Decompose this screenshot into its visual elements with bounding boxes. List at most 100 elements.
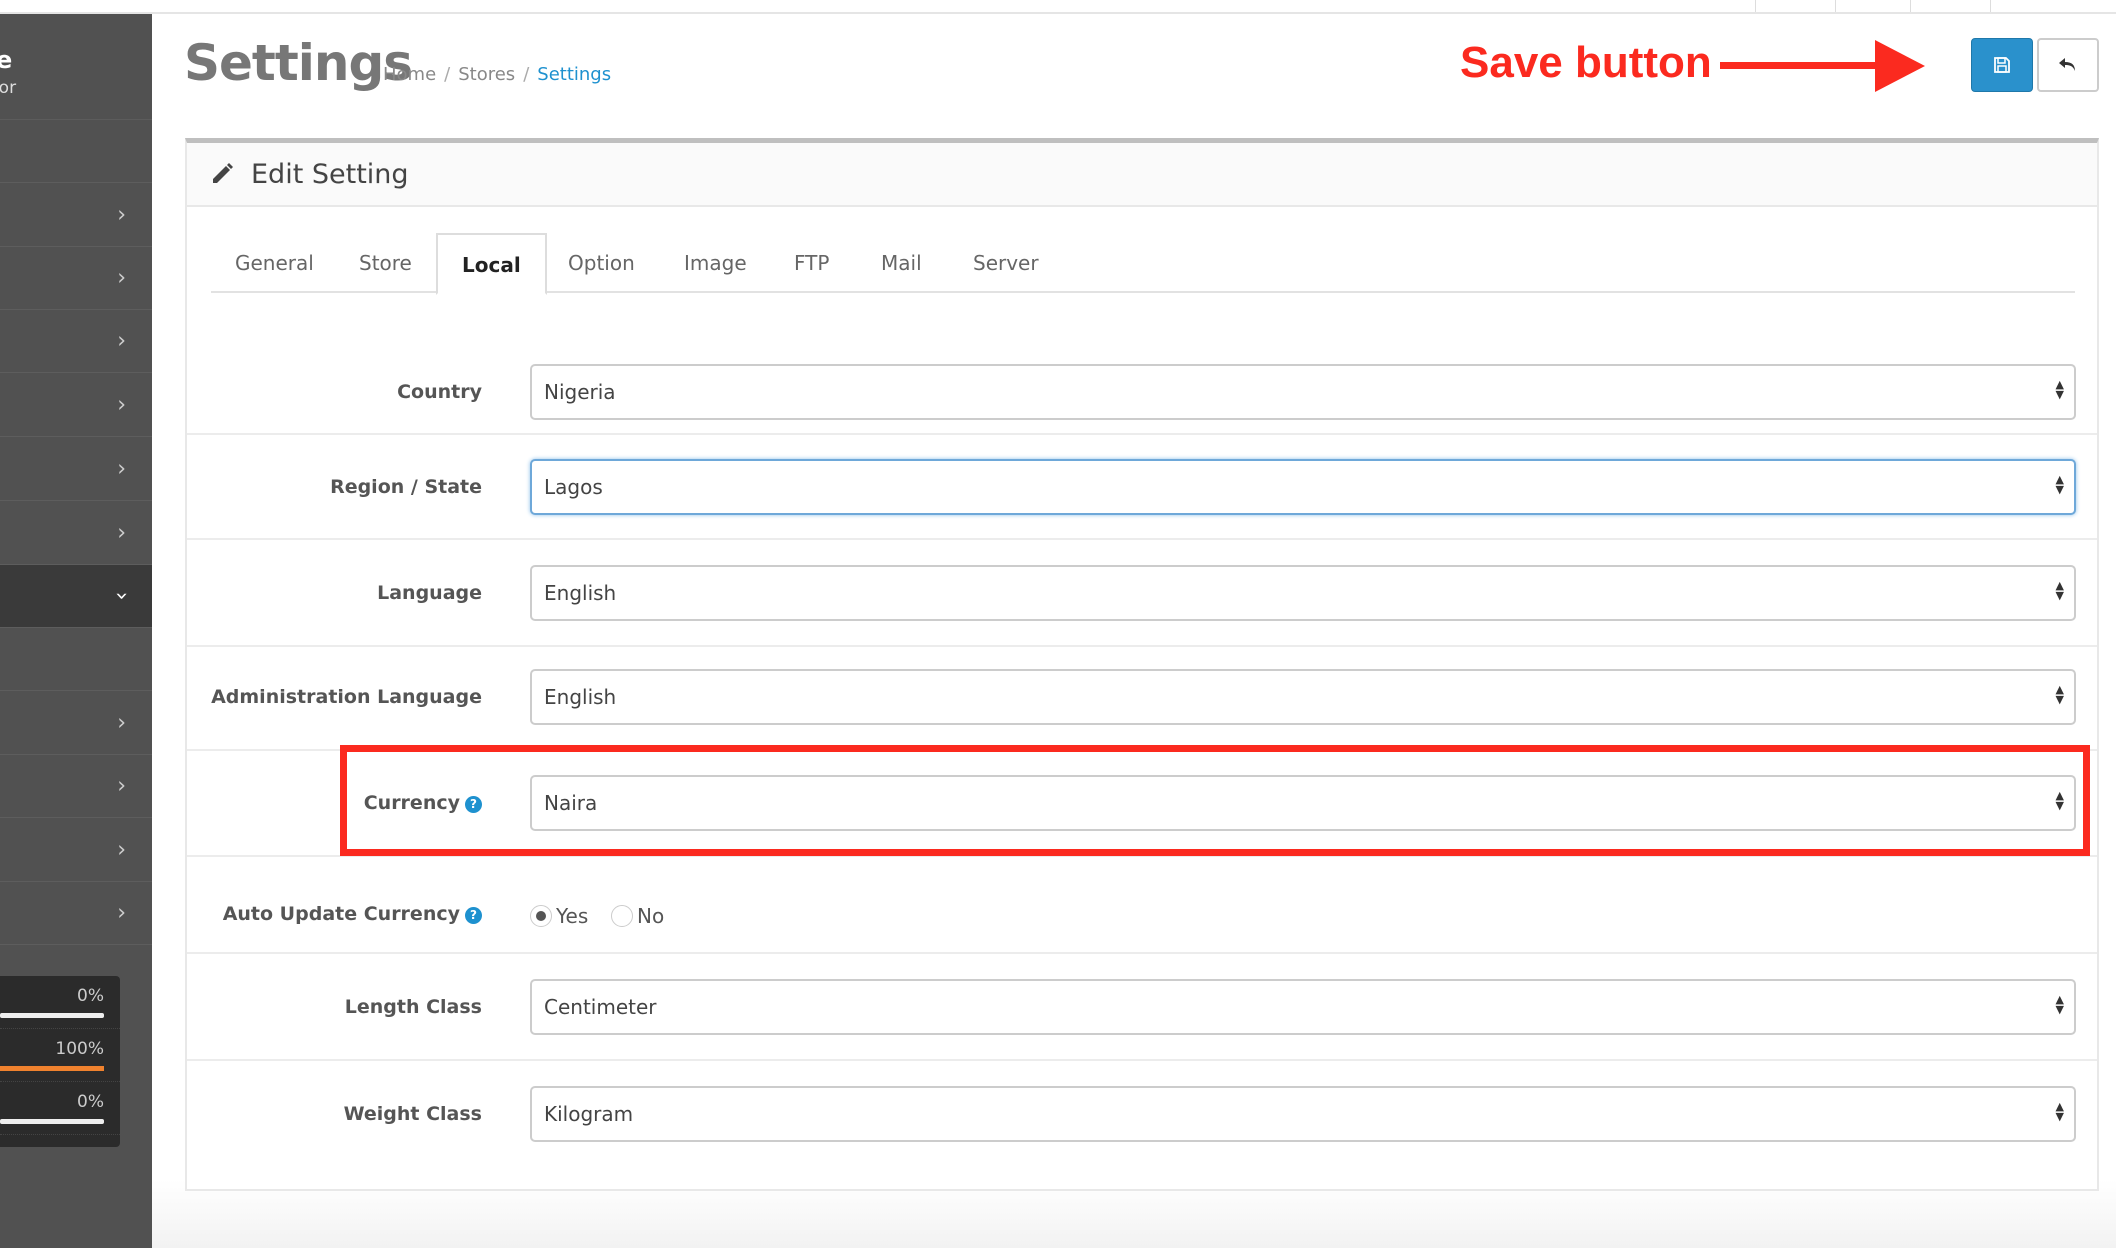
panel-title: Edit Setting	[251, 159, 409, 190]
tab-mail[interactable]: Mail	[857, 233, 946, 293]
panel-heading: Edit Setting	[187, 143, 2097, 207]
chevron-down-icon: ›	[109, 591, 135, 601]
admin-language-select[interactable]: English ▲ ▼	[530, 669, 2076, 725]
chevron-right-icon: ›	[117, 710, 126, 736]
top-bar	[0, 0, 2116, 14]
progress-value: 100%	[55, 1039, 104, 1059]
length-class-label: Length Class	[344, 996, 482, 1018]
country-select[interactable]: Nigeria ▲ ▼	[530, 364, 2076, 420]
radio-checked-icon	[530, 905, 552, 927]
auto-update-yes-radio[interactable]: Yes	[530, 904, 588, 928]
breadcrumb-settings[interactable]: Settings	[537, 64, 611, 85]
save-button-annotation: Save button	[1460, 38, 1712, 87]
currency-highlight-box	[340, 745, 2090, 856]
tab-ftp[interactable]: FTP	[770, 233, 853, 293]
progress-row: 0%	[0, 1082, 120, 1135]
weight-class-value: Kilogram	[544, 1102, 634, 1126]
progress-value: 0%	[77, 1092, 104, 1112]
admin-language-value: English	[544, 685, 617, 709]
progress-row: 0%	[0, 976, 120, 1029]
reply-icon	[2059, 58, 2075, 71]
region-select[interactable]: Lagos ▲ ▼	[530, 459, 2076, 515]
admin-language-row: Administration Language English ▲ ▼	[187, 647, 2097, 751]
weight-class-label: Weight Class	[343, 1103, 482, 1125]
tab-server[interactable]: Server	[949, 233, 1063, 293]
sidebar-item[interactable]: ›	[0, 882, 152, 945]
settings-tabs: General Store Local Option Image FTP Mai…	[211, 233, 2075, 295]
pencil-icon	[213, 163, 233, 183]
auto-update-no-radio[interactable]: No	[611, 904, 664, 928]
top-bar-divider	[1990, 0, 1991, 12]
chevron-right-icon: ›	[117, 456, 126, 482]
breadcrumb: Home / Stores / Settings	[383, 64, 612, 85]
profile-role: tor	[0, 78, 17, 98]
save-button[interactable]	[1971, 38, 2033, 92]
back-button[interactable]	[2037, 38, 2099, 92]
tab-local[interactable]: Local	[436, 233, 547, 295]
chevron-right-icon: ›	[117, 520, 126, 546]
select-arrows-icon: ▲ ▼	[2055, 579, 2064, 602]
chevron-right-icon: ›	[117, 202, 126, 228]
length-class-row: Length Class Centimeter ▲ ▼	[187, 954, 2097, 1061]
tab-option[interactable]: Option	[544, 233, 659, 293]
sidebar-item[interactable]: ›	[0, 438, 152, 501]
breadcrumb-stores[interactable]: Stores	[458, 64, 515, 85]
progress-bar	[0, 1013, 104, 1018]
country-label: Country	[397, 381, 482, 403]
radio-unchecked-icon	[611, 905, 633, 927]
floppy-disk-icon	[1994, 57, 2010, 73]
help-icon[interactable]: ?	[465, 907, 482, 924]
progress-bar	[0, 1066, 104, 1071]
progress-value: 0%	[77, 986, 104, 1006]
language-row: Language English ▲ ▼	[187, 540, 2097, 647]
weight-class-select[interactable]: Kilogram ▲ ▼	[530, 1086, 2076, 1142]
sidebar-item[interactable]: ›	[0, 502, 152, 565]
length-class-value: Centimeter	[544, 995, 657, 1019]
sidebar-item[interactable]: ›	[0, 692, 152, 755]
select-arrows-icon: ▲ ▼	[2055, 378, 2064, 401]
radio-label: No	[637, 904, 665, 928]
tab-store[interactable]: Store	[335, 233, 436, 293]
sidebar-item[interactable]	[0, 120, 152, 183]
progress-row: 100%	[0, 1029, 120, 1082]
progress-panel: 0% 100% 0%	[0, 976, 120, 1147]
auto-update-row: Auto Update Currency? Yes No	[187, 857, 2097, 954]
top-bar-divider	[1910, 0, 1911, 12]
sidebar-item[interactable]: ›	[0, 310, 152, 373]
sidebar-item[interactable]: ›	[0, 184, 152, 247]
auto-update-label: Auto Update Currency?	[223, 903, 482, 925]
sidebar-item-expanded[interactable]: ›	[0, 565, 152, 628]
region-label: Region / State	[330, 476, 482, 498]
page-title: Settings	[184, 34, 413, 92]
sidebar-item[interactable]: ›	[0, 247, 152, 310]
sidebar-item[interactable]: ›	[0, 374, 152, 437]
tab-general[interactable]: General	[211, 233, 338, 293]
language-value: English	[544, 581, 617, 605]
chevron-right-icon: ›	[117, 900, 126, 926]
region-row: Region / State Lagos ▲ ▼	[187, 435, 2097, 540]
region-value: Lagos	[544, 475, 603, 499]
top-bar-divider	[1835, 0, 1836, 12]
sidebar-profile: e tor	[0, 14, 152, 120]
length-class-select[interactable]: Centimeter ▲ ▼	[530, 979, 2076, 1035]
select-arrows-icon: ▲ ▼	[2055, 1100, 2064, 1123]
chevron-right-icon: ›	[117, 328, 126, 354]
top-bar-divider	[1755, 0, 1756, 12]
sidebar-item[interactable]	[0, 628, 152, 691]
progress-bar	[0, 1119, 104, 1124]
annotation-arrow-icon	[1720, 40, 1925, 92]
country-row: Country Nigeria ▲ ▼	[187, 333, 2097, 435]
chevron-right-icon: ›	[117, 837, 126, 863]
select-arrows-icon: ▲ ▼	[2055, 683, 2064, 706]
language-label: Language	[377, 582, 482, 604]
breadcrumb-home[interactable]: Home	[383, 64, 436, 85]
radio-label: Yes	[556, 904, 589, 928]
country-value: Nigeria	[544, 380, 616, 404]
sidebar-item[interactable]: ›	[0, 819, 152, 882]
language-select[interactable]: English ▲ ▼	[530, 565, 2076, 621]
edit-setting-panel: Edit Setting General Store Local Option …	[185, 138, 2099, 1191]
chevron-right-icon: ›	[117, 265, 126, 291]
tab-image[interactable]: Image	[660, 233, 771, 293]
weight-class-row: Weight Class Kilogram ▲ ▼	[187, 1061, 2097, 1181]
sidebar-item[interactable]: ›	[0, 755, 152, 818]
